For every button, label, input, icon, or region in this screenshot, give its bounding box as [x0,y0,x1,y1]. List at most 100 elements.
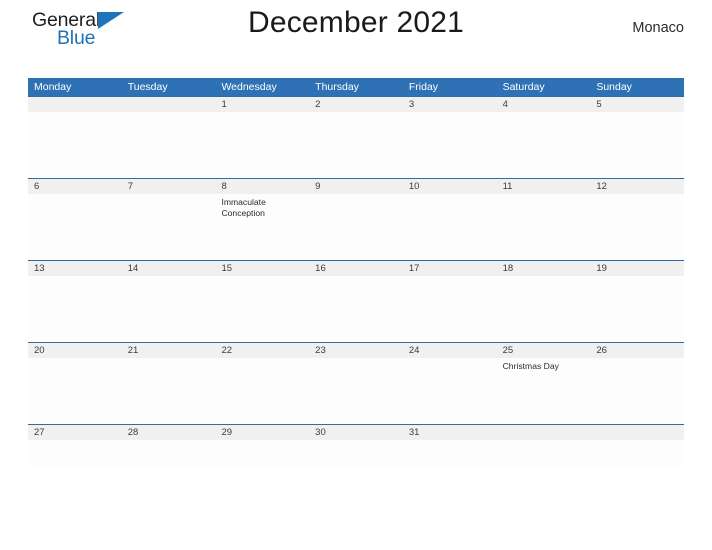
day-cell[interactable] [309,112,403,178]
day-number[interactable]: 8 [215,179,309,194]
day-number[interactable]: 7 [122,179,216,194]
week-body [28,112,684,178]
day-number[interactable]: 12 [590,179,684,194]
week-date-band: 1 2 3 4 5 [28,96,684,112]
weekday-tuesday: Tuesday [127,81,168,93]
day-cell[interactable] [590,358,684,424]
day-number[interactable]: 17 [403,261,497,276]
day-number[interactable]: 9 [309,179,403,194]
day-number[interactable]: 21 [122,343,216,358]
day-cell[interactable] [309,276,403,342]
week-body [28,440,684,468]
day-cell[interactable] [215,112,309,178]
day-event: Christmas Day [502,361,559,371]
calendar-page: General Blue December 2021 Monaco Monday… [0,0,712,550]
day-number[interactable]: 19 [590,261,684,276]
calendar-week-row: 1 2 3 4 5 [28,96,684,178]
day-number[interactable]: 26 [590,343,684,358]
weekday-sunday: Sunday [596,81,632,93]
week-date-band: 13 14 15 16 17 18 19 [28,260,684,276]
day-cell[interactable] [403,358,497,424]
day-event: Immaculate Conception [221,197,266,218]
day-number[interactable] [497,425,591,440]
day-number[interactable]: 30 [309,425,403,440]
day-cell[interactable] [403,194,497,260]
day-number[interactable]: 2 [309,97,403,112]
day-cell[interactable] [403,276,497,342]
day-number[interactable]: 10 [403,179,497,194]
day-number[interactable]: 4 [497,97,591,112]
day-number[interactable]: 27 [28,425,122,440]
weekday-wednesday: Wednesday [221,81,277,93]
day-number[interactable] [122,97,216,112]
day-number[interactable]: 13 [28,261,122,276]
week-body: Christmas Day [28,358,684,424]
day-cell[interactable] [590,112,684,178]
day-cell[interactable] [122,440,216,468]
day-cell[interactable] [590,276,684,342]
day-number[interactable]: 20 [28,343,122,358]
day-cell[interactable] [215,358,309,424]
weekday-header-row: Monday Tuesday Wednesday Thursday Friday… [28,78,684,96]
day-number[interactable]: 18 [497,261,591,276]
day-cell[interactable] [122,194,216,260]
day-cell[interactable] [497,112,591,178]
day-number[interactable]: 1 [215,97,309,112]
page-title: December 2021 [247,6,465,39]
day-cell[interactable] [590,440,684,468]
calendar-week-row: 6 7 8 9 10 11 12 Immaculate Conception [28,178,684,260]
day-number[interactable]: 16 [309,261,403,276]
day-number[interactable]: 22 [215,343,309,358]
week-date-band: 6 7 8 9 10 11 12 [28,178,684,194]
day-cell[interactable] [590,194,684,260]
weekday-monday: Monday [34,81,72,93]
day-cell[interactable] [309,358,403,424]
day-cell[interactable] [403,440,497,468]
calendar-week-row: 20 21 22 23 24 25 26 Christmas Day [28,342,684,424]
calendar-week-row: 27 28 29 30 31 [28,424,684,468]
day-cell[interactable] [122,358,216,424]
week-date-band: 27 28 29 30 31 [28,424,684,440]
weekday-saturday: Saturday [502,81,545,93]
day-number[interactable]: 24 [403,343,497,358]
day-cell[interactable] [403,112,497,178]
day-number[interactable]: 6 [28,179,122,194]
week-body: Immaculate Conception [28,194,684,260]
calendar-grid: Monday Tuesday Wednesday Thursday Friday… [28,78,684,468]
day-cell[interactable] [497,194,591,260]
day-cell[interactable] [309,194,403,260]
day-number[interactable]: 5 [590,97,684,112]
day-cell[interactable] [28,276,122,342]
day-number[interactable] [590,425,684,440]
day-number[interactable]: 31 [403,425,497,440]
day-number[interactable]: 15 [215,261,309,276]
page-header: General Blue December 2021 Monaco [28,0,684,56]
day-cell[interactable] [122,276,216,342]
calendar-week-row: 13 14 15 16 17 18 19 [28,260,684,342]
day-cell[interactable]: Immaculate Conception [215,194,309,260]
day-cell[interactable]: Christmas Day [497,358,591,424]
day-cell[interactable] [497,440,591,468]
week-body [28,276,684,342]
day-cell[interactable] [215,276,309,342]
day-cell[interactable] [28,358,122,424]
weekday-thursday: Thursday [315,81,359,93]
day-number[interactable]: 14 [122,261,216,276]
day-cell[interactable] [122,112,216,178]
day-cell[interactable] [28,194,122,260]
day-number[interactable]: 23 [309,343,403,358]
day-number[interactable] [28,97,122,112]
day-cell[interactable] [28,440,122,468]
day-cell[interactable] [28,112,122,178]
day-number[interactable]: 29 [215,425,309,440]
day-cell[interactable] [497,276,591,342]
day-cell[interactable] [309,440,403,468]
day-cell[interactable] [215,440,309,468]
week-date-band: 20 21 22 23 24 25 26 [28,342,684,358]
country-label: Monaco [632,20,684,36]
day-number[interactable]: 28 [122,425,216,440]
day-number[interactable]: 3 [403,97,497,112]
weekday-friday: Friday [408,81,439,93]
day-number[interactable]: 25 [497,343,591,358]
day-number[interactable]: 11 [497,179,591,194]
